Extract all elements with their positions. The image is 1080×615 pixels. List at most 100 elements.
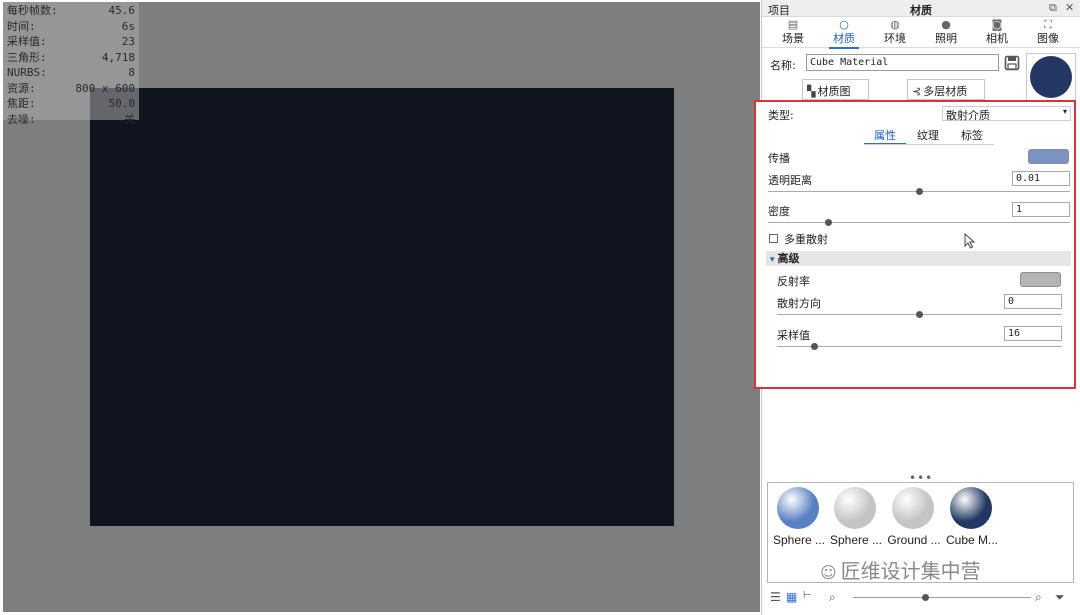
multiple-scattering-checkbox[interactable] bbox=[769, 234, 778, 243]
stat-value: 45.6 bbox=[108, 4, 136, 17]
multilayer-material-button[interactable]: ⊰ 多层材质 bbox=[907, 79, 985, 100]
library-item[interactable]: Sphere ... bbox=[827, 483, 885, 553]
thumbnail-size-slider[interactable] bbox=[853, 597, 1031, 598]
density-input[interactable]: 1 bbox=[1012, 202, 1070, 217]
tab-environment[interactable]: ◍ 环境 bbox=[872, 18, 918, 48]
tree-view-icon[interactable]: ⊢ bbox=[803, 590, 812, 601]
lighting-icon: ● bbox=[941, 18, 951, 31]
material-graph-button[interactable]: ▚ 材质图 bbox=[802, 79, 869, 100]
subtab-properties[interactable]: 属性 bbox=[864, 127, 906, 145]
samples-label: 采样值 bbox=[777, 329, 810, 342]
chevron-down-icon: ▾ bbox=[770, 255, 775, 265]
watermark-text: 匠维设计集中营 bbox=[840, 559, 981, 583]
multilayer-icon: ⊰ bbox=[912, 85, 922, 98]
density-slider-track[interactable] bbox=[768, 222, 1070, 223]
zoom-in-icon[interactable]: ⌕ bbox=[1035, 590, 1042, 605]
transparency-distance-input[interactable]: 0.01 bbox=[1012, 171, 1070, 186]
tab-camera[interactable]: ◙ 相机 bbox=[974, 18, 1020, 48]
material-properties: 类型: 散射介质 ▾ 属性 纹理 标签 传播 透明距离 0.01 密度 1 多重… bbox=[754, 100, 1076, 389]
stat-time: 时间: 6s bbox=[7, 19, 135, 35]
stat-label: 时间: bbox=[7, 19, 36, 33]
tab-label: 环境 bbox=[884, 32, 906, 45]
name-label: 名称: bbox=[770, 59, 796, 72]
filter-icon[interactable]: ⏷ bbox=[1055, 590, 1065, 605]
preview-sphere bbox=[1030, 56, 1072, 98]
stat-label: 每秒帧数: bbox=[7, 4, 58, 17]
library-item[interactable]: Ground ... bbox=[885, 483, 943, 553]
material-item-name: Cube M... bbox=[945, 533, 999, 547]
material-thumbnail bbox=[834, 487, 876, 529]
subtab-divider bbox=[864, 144, 994, 145]
button-label: 材质图 bbox=[817, 85, 851, 98]
stat-label: 焦距: bbox=[7, 97, 36, 110]
thumbnail-size-knob[interactable] bbox=[922, 594, 929, 601]
panel-header: 项目 材质 ⧉ ✕ bbox=[762, 0, 1080, 17]
tab-material[interactable]: ○ 材质 bbox=[821, 18, 867, 49]
mouse-cursor-icon bbox=[964, 233, 976, 249]
material-preview[interactable] bbox=[1026, 53, 1076, 101]
scatter-direction-label: 散射方向 bbox=[777, 297, 821, 310]
stat-label: 资源: bbox=[7, 81, 36, 95]
tab-image[interactable]: ⛶ 图像 bbox=[1025, 18, 1071, 48]
render-canvas[interactable] bbox=[90, 88, 674, 526]
stat-value: 50.0 bbox=[108, 97, 136, 110]
camera-icon: ◙ bbox=[991, 18, 1003, 31]
button-label: 多层材质 bbox=[923, 85, 968, 98]
reflectance-color-swatch[interactable] bbox=[1020, 272, 1061, 287]
stat-label: 采样值: bbox=[7, 35, 47, 48]
material-name-input[interactable] bbox=[806, 54, 999, 71]
stat-label: 三角形: bbox=[7, 50, 47, 64]
advanced-label: 高级 bbox=[777, 252, 800, 265]
render-viewport[interactable]: 每秒帧数: 45.6 时间: 6s 采样值: 23 三角形: 4,718 NURBS: 8… bbox=[3, 2, 760, 612]
scatter-direction-input[interactable]: 0 bbox=[1004, 294, 1062, 309]
material-thumbnail bbox=[892, 487, 934, 529]
transparency-slider-knob[interactable] bbox=[915, 188, 923, 195]
tab-lighting[interactable]: ● 照明 bbox=[923, 18, 969, 48]
stat-resolution: 资源: 800 x 600 bbox=[7, 81, 135, 97]
subtab-labels[interactable]: 标签 bbox=[952, 127, 992, 143]
stat-focal-length: 焦距: 50.0 bbox=[7, 96, 135, 112]
propagation-label: 传播 bbox=[768, 152, 790, 165]
dropdown-arrow-icon: ▾ bbox=[1062, 107, 1067, 116]
project-tab[interactable]: 项目 bbox=[768, 2, 790, 18]
wechat-icon: ☺ bbox=[820, 563, 837, 582]
samples-input[interactable]: 16 bbox=[1004, 326, 1062, 341]
material-item-name: Sphere ... bbox=[829, 533, 883, 547]
close-icon[interactable]: ✕ bbox=[1065, 1, 1074, 14]
stat-value: 6s bbox=[121, 19, 135, 33]
stat-value: 关 bbox=[124, 112, 135, 126]
library-item[interactable]: Sphere ... bbox=[770, 483, 828, 553]
material-icon: ○ bbox=[839, 18, 849, 31]
stat-label: 去噪: bbox=[7, 112, 36, 126]
tab-label: 材质 bbox=[833, 32, 855, 45]
advanced-section-header[interactable]: ▾ 高级 bbox=[766, 251, 1071, 266]
material-type-select[interactable]: 散射介质 ▾ bbox=[942, 106, 1071, 122]
type-label: 类型: bbox=[768, 109, 794, 122]
stat-samples: 采样值: 23 bbox=[7, 34, 135, 50]
samples-slider-knob[interactable] bbox=[810, 343, 818, 350]
grid-view-icon[interactable]: ▦ bbox=[786, 590, 797, 604]
scatter-direction-slider-knob[interactable] bbox=[916, 311, 923, 318]
library-item[interactable]: Cube M... bbox=[943, 483, 1001, 553]
restore-icon[interactable]: ⧉ bbox=[1049, 1, 1057, 15]
tab-label: 图像 bbox=[1037, 32, 1059, 45]
material-thumbnail bbox=[950, 487, 992, 529]
panel-tabs: ▤ 场景 ○ 材质 ◍ 环境 ● 照明 ◙ 相机 ⛶ 图像 bbox=[762, 18, 1080, 49]
panel-title: 材质 bbox=[910, 4, 932, 17]
stat-value: 800 x 600 bbox=[75, 81, 135, 95]
list-view-icon[interactable]: ☰ bbox=[770, 590, 781, 604]
propagation-color-swatch[interactable] bbox=[1028, 149, 1069, 164]
density-label: 密度 bbox=[768, 205, 790, 218]
save-icon[interactable] bbox=[1004, 55, 1020, 71]
stat-triangles: 三角形: 4,718 bbox=[7, 50, 135, 66]
density-slider-knob[interactable] bbox=[824, 219, 832, 226]
environment-icon: ◍ bbox=[890, 18, 900, 31]
material-item-name: Sphere ... bbox=[772, 533, 826, 547]
zoom-out-icon[interactable]: ⌕ bbox=[829, 590, 836, 605]
image-icon: ⛶ bbox=[1044, 18, 1052, 31]
reflectance-label: 反射率 bbox=[777, 275, 810, 288]
subtab-texture[interactable]: 纹理 bbox=[908, 127, 948, 143]
stat-label: NURBS: bbox=[7, 66, 47, 79]
tab-scene[interactable]: ▤ 场景 bbox=[770, 18, 816, 48]
samples-slider-track[interactable] bbox=[777, 346, 1062, 347]
